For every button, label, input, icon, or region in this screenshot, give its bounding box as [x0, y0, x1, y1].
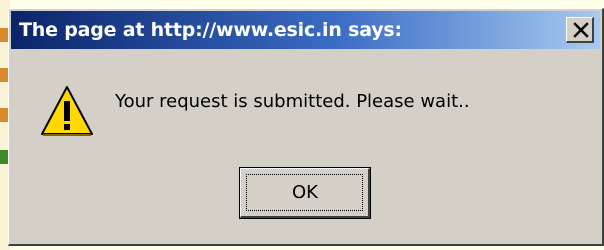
page-fragment [0, 68, 8, 82]
close-icon [573, 22, 589, 38]
warning-icon [41, 86, 93, 136]
dialog-title: The page at http://www.esic.in says: [19, 19, 402, 41]
alert-dialog: The page at http://www.esic.in says: You… [8, 8, 604, 246]
ok-button[interactable]: OK [239, 167, 371, 219]
page-fragment [0, 108, 8, 122]
page-fragment [0, 28, 8, 42]
dialog-titlebar[interactable]: The page at http://www.esic.in says: [11, 11, 600, 49]
dialog-message: Your request is submitted. Please wait.. [115, 91, 470, 112]
page-fragment [0, 150, 8, 164]
close-button[interactable] [566, 17, 594, 43]
ok-button-label: OK [292, 182, 318, 203]
